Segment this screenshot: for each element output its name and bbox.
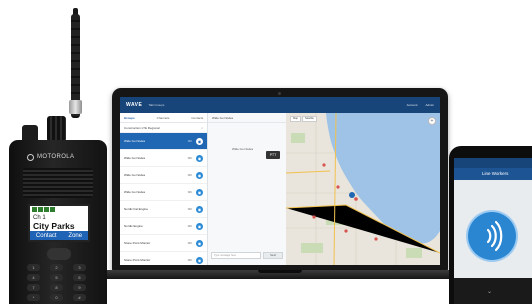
channel-ptt-icon[interactable]: ◉	[196, 137, 203, 145]
channel-ptt-icon[interactable]: ◉	[196, 205, 203, 213]
message-input[interactable]: Type message here	[211, 252, 261, 259]
radio-softkeys: Contact Zone	[30, 231, 88, 240]
channel-sidebar: Groups Channels Contacts Construction LT…	[120, 113, 208, 265]
active-talker: Wide Go Nodes	[232, 147, 254, 151]
location-marker[interactable]	[349, 192, 355, 198]
group-header-label: Construction LTE Regional	[124, 125, 160, 130]
ptt-waves-icon	[486, 220, 503, 252]
phone-screen: Line Workers ⌄	[454, 158, 532, 304]
app-header: WAVE Talk Groups Account Admin	[120, 97, 440, 113]
smartphone: Line Workers ⌄	[449, 146, 532, 304]
channel-ptt-icon[interactable]: ◉	[196, 239, 203, 247]
channel-status: N/C	[187, 224, 192, 228]
channel-name: Nordic Fat Engine	[124, 207, 149, 211]
radio-nav-pad[interactable]	[47, 248, 71, 260]
channel-list: Wide Go Nodes N/C ◉ Wide Go Nodes N/C ◉ Wide G…	[120, 133, 207, 265]
channel-row[interactable]: Wide Go Nodes N/C ◉	[120, 150, 207, 167]
channel-row[interactable]: Stone Point Monitor N/C ◉	[120, 252, 207, 265]
radio-keypad: 1 2 3 4 5 6 7 8 9 * 0 #	[25, 248, 93, 304]
radio-key[interactable]: 9	[73, 284, 86, 291]
map-zoom-button[interactable]: +	[428, 117, 436, 125]
radio-key[interactable]: 8	[50, 284, 63, 291]
antenna-collar	[69, 100, 82, 114]
softkey-contact[interactable]: Contact	[36, 233, 57, 239]
radio-display: Ch 1 City Parks Contact Zone	[28, 204, 90, 242]
tab-channels[interactable]: Channels	[157, 116, 170, 120]
radio-key[interactable]: #	[73, 294, 86, 301]
channel-ptt-icon[interactable]: ◉	[196, 188, 203, 196]
channel-row[interactable]: Wide Go Nodes N/C ◉	[120, 184, 207, 201]
channel-row[interactable]: Stone Point Monitor N/C ◉	[120, 235, 207, 252]
channel-name: Wide Go Nodes	[124, 139, 146, 143]
wireless-signal-icon[interactable]	[468, 212, 516, 260]
channel-row[interactable]: Nordic Fat Engine N/C ◉	[120, 201, 207, 218]
speaker-grille	[23, 168, 93, 198]
radio-key[interactable]: 4	[27, 274, 40, 281]
channel-ptt-icon[interactable]: ◉	[196, 171, 203, 179]
laptop-notch	[258, 270, 302, 273]
channel-status: N/C	[187, 139, 192, 143]
map-view[interactable]: Map Satellite +	[286, 113, 440, 265]
phone-bottom-bar	[454, 278, 532, 304]
radio-antenna	[69, 8, 82, 118]
sidebar-tabs: Groups Channels Contacts	[120, 113, 207, 123]
tab-groups[interactable]: Groups	[124, 116, 135, 120]
radio-key[interactable]: *	[27, 294, 40, 301]
channel-name: Wide Go Nodes	[124, 156, 146, 160]
phone-status-bar	[454, 158, 532, 168]
channel-name: Nordic Engine	[124, 224, 143, 228]
map-type-map-button[interactable]: Map	[290, 116, 301, 122]
channel-status: N/C	[187, 207, 192, 211]
channel-name: Stone Point Monitor	[124, 258, 151, 262]
radio-key[interactable]: 0	[50, 294, 63, 301]
channel-row[interactable]: Wide Go Nodes N/C ◉	[120, 133, 207, 150]
channel-status: N/C	[187, 156, 192, 160]
radio-key[interactable]: 6	[73, 274, 86, 281]
phone-channel-title: Line Workers	[454, 168, 532, 180]
channel-status: N/C	[187, 241, 192, 245]
close-icon[interactable]: ×	[201, 126, 203, 130]
channel-name: Wide Go Nodes	[124, 190, 146, 194]
send-button[interactable]: Send	[263, 252, 283, 259]
channel-ptt-icon[interactable]: ◉	[196, 154, 203, 162]
header-links: Account Admin	[407, 103, 434, 107]
conversation-pane: Wide Go Nodes Wide Go Nodes PTT Type mes…	[208, 113, 286, 265]
channel-status: N/C	[187, 258, 192, 262]
radio-key[interactable]: 3	[73, 264, 86, 271]
channel-ptt-icon[interactable]: ◉	[196, 222, 203, 230]
map-graphic	[286, 113, 440, 265]
radio-brand: MOTOROLA	[37, 154, 75, 160]
map-type-satellite-button[interactable]: Satellite	[302, 116, 317, 122]
channel-row[interactable]: Nordic Engine N/C ◉	[120, 218, 207, 235]
motorola-logo-icon	[27, 154, 34, 161]
softkey-zone[interactable]: Zone	[68, 233, 82, 239]
channel-name: Stone Point Monitor	[124, 241, 151, 245]
radio-key[interactable]: 5	[50, 274, 63, 281]
group-header[interactable]: Construction LTE Regional ×	[120, 123, 207, 133]
webcam	[278, 92, 281, 95]
radio-zone-name: City Parks	[33, 221, 75, 231]
channel-status: N/C	[187, 190, 192, 194]
channel-status: N/C	[187, 173, 192, 177]
channel-ptt-icon[interactable]: ◉	[196, 256, 203, 264]
chevron-down-icon[interactable]: ⌄	[487, 288, 492, 295]
signal-icons	[32, 207, 55, 213]
ptt-button[interactable]: PTT	[266, 151, 280, 159]
radio-key[interactable]: 7	[27, 284, 40, 291]
header-link-account[interactable]: Account	[407, 103, 418, 107]
radio-key[interactable]: 1	[27, 264, 40, 271]
radio-key[interactable]: 2	[50, 264, 63, 271]
tab-contacts[interactable]: Contacts	[191, 116, 203, 120]
laptop-base	[92, 270, 468, 279]
laptop-screen: WAVE Talk Groups Account Admin Groups Ch…	[120, 97, 440, 265]
radio-channel-knob	[47, 116, 66, 142]
pane-title: Wide Go Nodes	[208, 113, 286, 123]
channel-row[interactable]: Wide Go Nodes N/C ◉	[120, 167, 207, 184]
app-menu-label[interactable]: Talk Groups	[148, 103, 164, 107]
two-way-radio: MOTOROLA Ch 1 City Parks Contact Zone 1 2…	[9, 140, 107, 304]
laptop: WAVE Talk Groups Account Admin Groups Ch…	[112, 88, 448, 272]
app-brand: WAVE	[126, 102, 143, 108]
header-link-admin[interactable]: Admin	[425, 103, 434, 107]
channel-name: Wide Go Nodes	[124, 173, 146, 177]
